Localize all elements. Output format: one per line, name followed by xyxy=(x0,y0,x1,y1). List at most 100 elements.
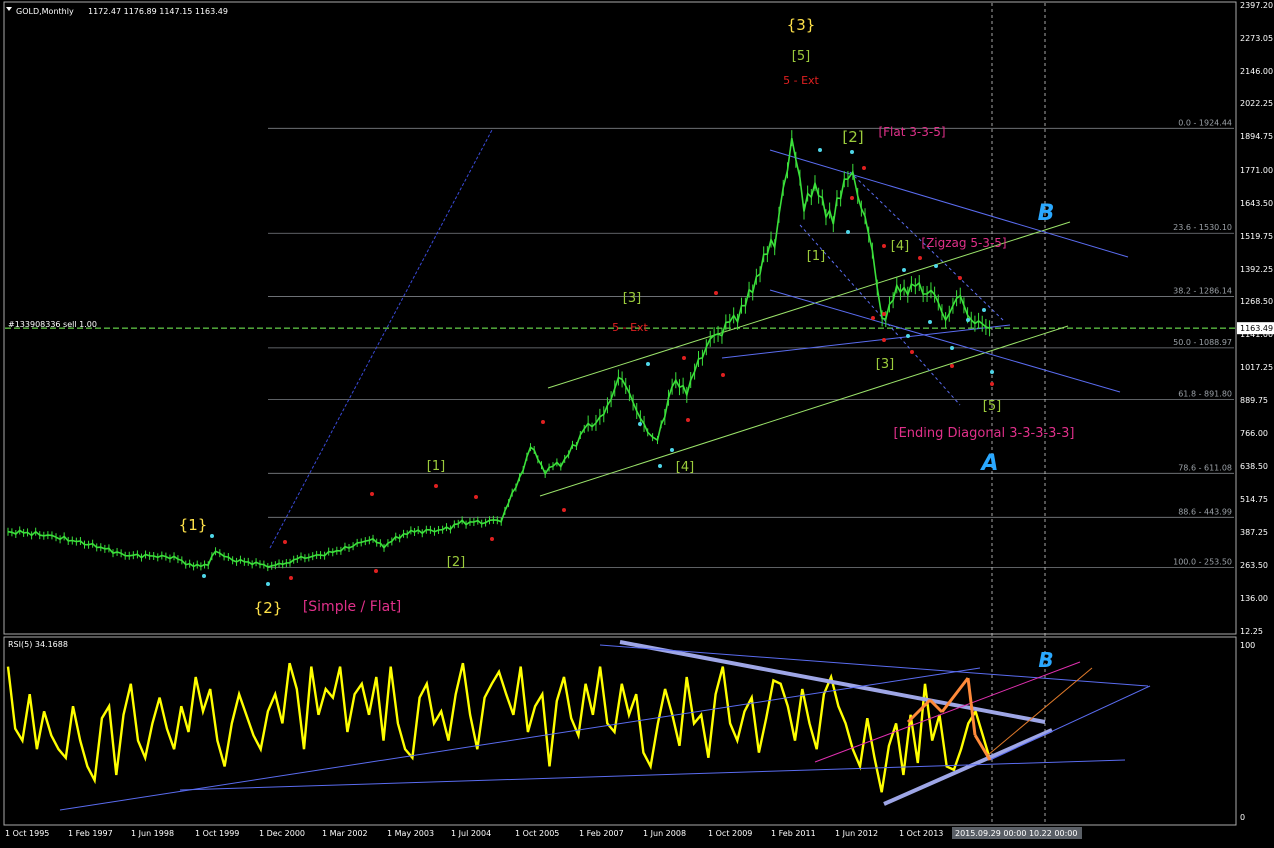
x-tick-label: 1 Feb 2007 xyxy=(579,829,624,838)
wave-label: [2] xyxy=(842,128,863,146)
wave-marker xyxy=(638,422,642,426)
order-line-label: #133908336 sell 1.00 xyxy=(8,320,97,329)
x-tick-label: 1 Oct 1995 xyxy=(5,829,49,838)
wave-marker xyxy=(474,495,478,499)
y-tick-label: 766.00 xyxy=(1240,429,1268,438)
x-tick-label: 1 Mar 2002 xyxy=(322,829,368,838)
x-tick-label: 1 Feb 1997 xyxy=(68,829,113,838)
wave-marker xyxy=(882,244,886,248)
wave-marker xyxy=(266,582,270,586)
wave-marker xyxy=(882,338,886,342)
wave-marker xyxy=(562,508,566,512)
y-tick-label: 2273.05 xyxy=(1240,34,1273,43)
wave-marker xyxy=(721,373,725,377)
fib-level-label: 78.6 - 611.08 xyxy=(1178,463,1232,472)
y-tick-label: 1268.50 xyxy=(1240,297,1273,306)
fib-level-label: 0.0 - 1924.44 xyxy=(1178,118,1232,127)
y-tick-label: 2146.00 xyxy=(1240,67,1273,76)
y-tick-label: 514.75 xyxy=(1240,495,1268,504)
wave-marker xyxy=(818,148,822,152)
fib-level-label: 61.8 - 891.80 xyxy=(1178,389,1232,398)
wave-label: [Simple / Flat] xyxy=(303,599,401,615)
x-tick-label: 1 Jul 2004 xyxy=(451,829,491,838)
y-tick-label: 2397.20 xyxy=(1240,1,1273,10)
wave-marker xyxy=(850,196,854,200)
wave-marker xyxy=(370,492,374,496)
wave-marker xyxy=(490,537,494,541)
wave-marker xyxy=(541,420,545,424)
symbol-label: GOLD,Monthly xyxy=(16,7,74,16)
wave-marker xyxy=(918,256,922,260)
y-tick-label: 1771.00 xyxy=(1240,166,1273,175)
y-tick-label: 638.50 xyxy=(1240,462,1268,471)
wave-marker xyxy=(210,534,214,538)
fib-level-label: 38.2 - 1286.14 xyxy=(1173,286,1232,295)
ohlc-label: 1172.47 1176.89 1147.15 1163.49 xyxy=(88,7,228,16)
wave-marker xyxy=(966,318,970,322)
y-tick-label: 12.25 xyxy=(1240,627,1263,636)
wave-marker xyxy=(658,464,662,468)
wave-label: [3] xyxy=(876,357,894,372)
current-price-label: 1163.49 xyxy=(1240,324,1273,333)
chart-window: GOLD,Monthly 1172.47 1176.89 1147.15 116… xyxy=(0,0,1274,844)
y-tick-label: 1017.25 xyxy=(1240,363,1273,372)
wave-label: 5 - Ext xyxy=(783,74,819,87)
x-tick-label: 1 Oct 2005 xyxy=(515,829,559,838)
wave-marker xyxy=(374,569,378,573)
wave-marker xyxy=(990,382,994,386)
wave-label: [1] xyxy=(807,249,825,264)
wave-label: {2} xyxy=(254,599,283,617)
wave-marker xyxy=(902,268,906,272)
wave-marker xyxy=(283,540,287,544)
wave-marker xyxy=(958,276,962,280)
wave-label: 5 - Ext xyxy=(612,321,648,334)
x-tick-label: 1 Dec 2000 xyxy=(259,829,305,838)
rsi-y-tick-label: 0 xyxy=(1240,813,1245,822)
wave-marker xyxy=(846,230,850,234)
wave-label: [4] xyxy=(891,239,909,254)
wave-label: [4] xyxy=(676,460,694,475)
rsi-y-tick-label: 100 xyxy=(1240,641,1255,650)
wave-marker xyxy=(686,418,690,422)
rsi-point-b-label: B xyxy=(1038,648,1053,672)
wave-label: {3} xyxy=(787,16,816,34)
wave-label: [3] xyxy=(623,291,641,306)
wave-label: [Ending Diagonal 3-3-3-3-3] xyxy=(894,426,1075,441)
wave-marker xyxy=(928,320,932,324)
wave-marker xyxy=(434,484,438,488)
wave-marker xyxy=(670,448,674,452)
y-tick-label: 136.00 xyxy=(1240,594,1268,603)
rsi-label: RSI(5) 34.1688 xyxy=(8,640,68,649)
chart-canvas[interactable]: GOLD,Monthly 1172.47 1176.89 1147.15 116… xyxy=(0,0,1274,844)
x-tick-label: 1 Jun 2012 xyxy=(835,829,878,838)
x-tick-label: 1 Oct 1999 xyxy=(195,829,239,838)
y-tick-label: 1643.50 xyxy=(1240,199,1273,208)
wave-marker xyxy=(906,334,910,338)
fib-level-label: 23.6 - 1530.10 xyxy=(1173,223,1232,232)
wave-marker xyxy=(950,346,954,350)
x-tick-label: 1 Oct 2009 xyxy=(708,829,752,838)
wave-marker xyxy=(871,316,875,320)
wave-marker xyxy=(714,291,718,295)
wave-label: [Zigzag 5-3-5] xyxy=(921,236,1006,250)
wave-marker xyxy=(934,264,938,268)
x-tick-label: 1 Jun 1998 xyxy=(131,829,174,838)
y-tick-label: 889.75 xyxy=(1240,396,1268,405)
wave-marker xyxy=(289,576,293,580)
point-b-label: B xyxy=(1038,201,1055,226)
wave-marker xyxy=(990,370,994,374)
wave-marker xyxy=(982,308,986,312)
fib-level-label: 50.0 - 1088.97 xyxy=(1173,338,1232,347)
wave-marker xyxy=(862,166,866,170)
wave-label: [Flat 3-3-5] xyxy=(878,125,945,139)
y-tick-label: 387.25 xyxy=(1240,528,1268,537)
wave-marker xyxy=(682,356,686,360)
wave-label: {1} xyxy=(179,516,208,534)
fib-level-label: 88.6 - 443.99 xyxy=(1178,507,1232,516)
x-tick-label: 1 May 2003 xyxy=(387,829,434,838)
wave-marker xyxy=(910,350,914,354)
x-tick-label: 1 Jun 2008 xyxy=(643,829,686,838)
wave-label: [5] xyxy=(983,399,1001,414)
wave-marker xyxy=(646,362,650,366)
x-tick-label: 1 Oct 2013 xyxy=(899,829,943,838)
